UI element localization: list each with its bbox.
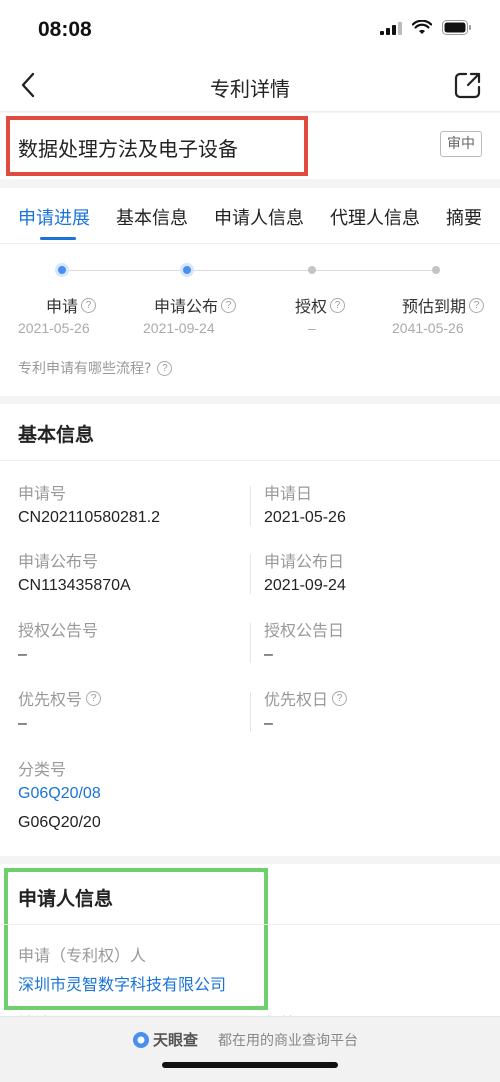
step-label-expiry[interactable]: 预估到期 ? [402,293,485,317]
step-dot-filed [55,263,69,277]
classification-link[interactable]: G06Q20/08 [18,785,101,803]
field-value-application-date: 2021-05-26 [264,509,346,526]
column-divider [250,486,251,526]
question-icon[interactable]: ? [330,297,346,313]
patent-title: 数据处理方法及电子设备 [18,137,238,161]
question-icon[interactable]: ? [81,297,97,313]
nav-bar: 专利详情 [0,60,500,112]
field-label-application-date: 申请日 [264,484,313,503]
progress-card: 申请进展 基本信息 申请人信息 代理人信息 摘要 申请 ? 申请公布 ? 授权 … [0,188,500,396]
column-divider [250,623,251,663]
field-label-text: 优先权号 [18,690,83,709]
basic-info-card: 基本信息 申请号 CN202110580281.2 申请日 2021-05-26… [0,404,500,856]
footer-brand: 天眼查 [132,1029,198,1050]
step-label-granted[interactable]: 授权 ? [295,293,346,317]
step-label-text: 预估到期 [402,297,467,316]
applicant-info-card: 申请人信息 申请（专利权）人 深圳市灵智数字科技有限公司 地址 邮编 [0,864,500,1033]
field-label-classification: 分类号 [18,760,67,779]
patent-detail-screen: 08:08 专利详情 数据处理方法及电子设备 审中 申请进展 基本信息 申请人信… [0,0,500,1082]
signal-icon [380,21,402,35]
column-divider [250,692,251,732]
field-label-applicant: 申请（专利权）人 [18,946,147,965]
section-title-basic-info: 基本信息 [18,424,95,446]
field-label-priority-date[interactable]: 优先权日 ? [264,686,348,710]
wifi-icon [412,20,432,34]
section-tabs: 申请进展 基本信息 申请人信息 代理人信息 摘要 [0,188,500,244]
field-label-publication-no: 申请公布号 [18,552,99,571]
footer-brand-name: 天眼查 [153,1031,199,1049]
question-icon[interactable]: ? [221,297,237,313]
step-label-published[interactable]: 申请公布 ? [154,293,237,317]
question-icon[interactable]: ? [332,690,348,706]
status-time: 08:08 [38,18,92,41]
home-indicator [162,1062,338,1068]
section-divider [0,924,500,925]
question-icon[interactable]: ? [469,297,485,313]
field-value-grant-no: – [18,646,27,663]
field-value-publication-no: CN113435870A [18,577,131,594]
step-dot-expiry [432,266,440,274]
tianyancha-logo-icon [133,1031,149,1048]
field-label-grant-no: 授权公告号 [18,621,99,640]
step-label-text: 授权 [295,297,328,316]
classification-value: G06Q20/20 [18,814,101,831]
process-help-link[interactable]: 专利申请有哪些流程? ? [18,358,173,378]
field-value-priority-no: – [18,715,27,732]
step-dot-published [180,263,194,277]
field-label-priority-no[interactable]: 优先权号 ? [18,686,102,710]
progress-line [62,270,436,271]
field-label-grant-date: 授权公告日 [264,621,345,640]
status-bar: 08:08 [0,0,500,60]
question-icon[interactable]: ? [86,690,102,706]
section-title-applicant-info: 申请人信息 [18,888,114,910]
field-value-priority-date: – [264,715,273,732]
tab-abstract[interactable]: 摘要 [446,204,482,230]
step-date-expiry: 2041-05-26 [392,320,464,336]
field-value-grant-date: – [264,646,273,663]
field-label-publication-date: 申请公布日 [264,552,345,571]
patent-title-card: 数据处理方法及电子设备 审中 [0,113,500,179]
tab-basic-info[interactable]: 基本信息 [116,204,188,230]
page-title: 专利详情 [210,77,290,101]
step-date-published: 2021-09-24 [143,320,215,336]
share-icon[interactable] [452,69,484,101]
footer-slogan: 都在用的商业查询平台 [218,1033,358,1049]
tab-agent-info[interactable]: 代理人信息 [330,204,420,230]
section-divider [0,460,500,461]
tab-application-progress[interactable]: 申请进展 [18,204,90,230]
column-divider [250,554,251,594]
step-label-text: 申请公布 [154,297,219,316]
battery-icon [442,20,471,35]
field-label-application-no: 申请号 [18,484,67,503]
footer-bar: 天眼查 都在用的商业查询平台 [0,1016,500,1082]
process-help-text: 专利申请有哪些流程? [18,361,152,377]
active-tab-indicator [40,237,76,240]
step-label-text: 申请 [46,297,79,316]
step-label-filed[interactable]: 申请 ? [46,293,97,317]
status-icons [380,20,472,35]
tab-applicant-info[interactable]: 申请人信息 [214,204,304,230]
applicant-company-link[interactable]: 深圳市灵智数字科技有限公司 [18,971,226,995]
field-label-text: 优先权日 [264,690,329,709]
step-dot-granted [308,266,316,274]
field-value-publication-date: 2021-09-24 [264,577,346,594]
field-value-application-no: CN202110580281.2 [18,509,161,526]
question-icon: ? [157,360,173,376]
status-badge: 审中 [440,131,482,157]
step-date-granted: – [308,320,316,336]
step-date-filed: 2021-05-26 [18,320,90,336]
